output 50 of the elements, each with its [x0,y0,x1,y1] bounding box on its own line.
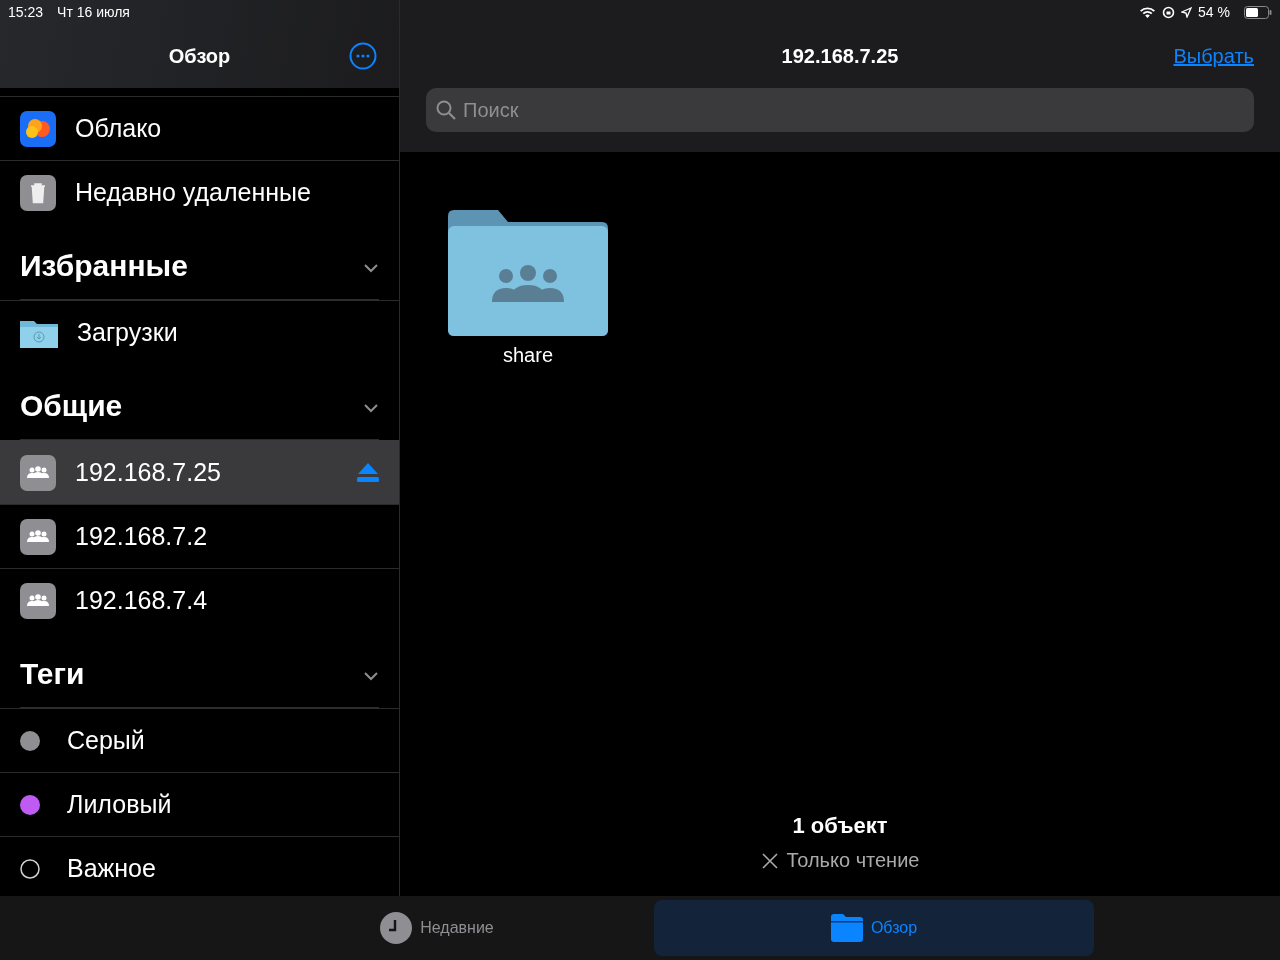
shared-server-icon [20,454,56,491]
wifi-icon [1139,6,1157,18]
item-label: 192.168.7.4 [75,586,209,615]
item-label: Важное [67,854,157,883]
sidebar-item[interactable]: 192.168.7.25 [0,440,399,504]
chevron-icon[interactable] [363,671,379,681]
status-time: 15:23 [8,4,44,20]
location-arrow-icon [1181,6,1193,18]
item-label: Загрузки [77,318,179,347]
shared-folder-icon[interactable] [448,210,608,336]
chevron-icon[interactable] [363,403,379,413]
battery-percentage: 54 % [1198,4,1230,20]
section-title: Избранные [20,249,188,283]
status-date: Чт 16 июля [57,4,130,20]
section-title: Теги [20,657,85,691]
shared-server-icon [20,582,56,619]
rotation-lock-icon [1162,5,1176,19]
sidebar-title: Обзор [168,44,231,68]
location-title: 192.168.7.25 [781,44,899,68]
item-label: 192.168.7.2 [75,522,209,551]
sidebar-item[interactable]: 192.168.7.4 [0,568,399,632]
access-label: Только чтение [786,849,920,872]
battery-icon [1244,5,1272,19]
sidebar-item[interactable]: Лиловый [0,772,399,836]
sidebar-item[interactable]: Загрузки [0,300,399,364]
folder-icon [830,914,863,942]
tag-dot [20,858,40,879]
tab[interactable]: Обзор [654,900,1094,956]
select-link[interactable]: Выбрать [1173,44,1254,68]
shared-server-icon [20,518,56,555]
item-label: Недавно удаленные [75,178,312,207]
eject-icon[interactable] [357,463,379,482]
sidebar-item[interactable]: Недавно удаленные [0,160,399,224]
sidebar-item[interactable]: Серый [0,708,399,772]
more-icon[interactable] [349,42,377,70]
file-name: share [503,344,553,367]
search-field[interactable]: Поиск [426,88,1254,132]
item-label: 192.168.7.25 [75,458,222,487]
sidebar-item[interactable]: Облако [0,96,399,160]
sidebar-item[interactable]: 192.168.7.2 [0,504,399,568]
tab[interactable]: Недавние [290,900,584,956]
item-label: Облако [75,114,163,143]
clock-icon [380,912,413,944]
item-label: Серый [67,726,146,755]
trash-icon [20,174,56,211]
cloud-app-icon [20,110,56,147]
item-label: Лиловый [67,790,173,819]
item-count: 1 объект [792,813,888,839]
section-title: Общие [20,389,123,423]
chevron-icon[interactable] [363,263,379,273]
